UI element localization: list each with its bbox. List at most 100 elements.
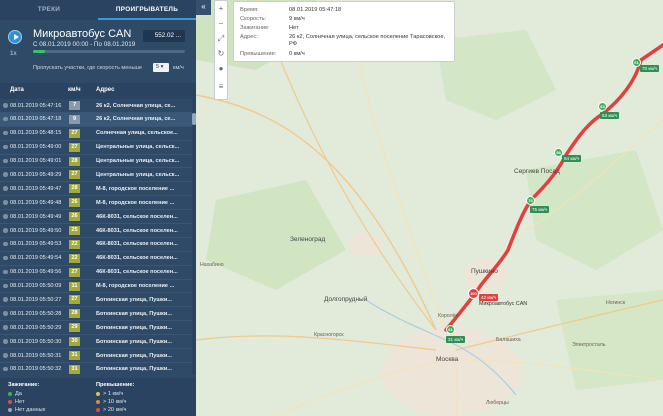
- vehicle-marker[interactable]: 100: [468, 288, 479, 299]
- row-address: Боткинская улица, Пушки...: [96, 310, 172, 317]
- track-marker[interactable]: 61: [446, 325, 455, 334]
- row-speed: 9: [69, 114, 80, 124]
- row-date: 08.01.2019 05:50:28: [10, 310, 62, 317]
- skip-label: Пропускать участки, где скорость меньше: [33, 65, 142, 71]
- city-area: [464, 259, 508, 291]
- row-address: Боткинская улица, Пушки...: [96, 366, 172, 373]
- table-row[interactable]: 08.01.2019 05:50:09 11 М-8, городское посе…: [0, 280, 192, 294]
- row-speed: 26: [69, 212, 80, 222]
- table-row[interactable]: 08.01.2019 05:50:27 27 Боткинская улица, П…: [0, 293, 192, 308]
- tab-bar: ТРЕКИ ПРОИГРЫВАТЕЛЬ: [0, 0, 196, 20]
- table-row[interactable]: 08.01.2019 05:48:15 27 Солнечная улица, се…: [0, 127, 192, 141]
- table-row[interactable]: 08.01.2019 05:50:31 31 Боткинская улица, П…: [0, 349, 192, 363]
- swatch-red: [8, 399, 12, 404]
- row-status-dot: [3, 228, 8, 233]
- play-button[interactable]: [8, 30, 22, 44]
- row-status-dot: [3, 172, 8, 177]
- map-place-label: Сергиев Посад: [514, 168, 560, 175]
- map-place-label: Люберцы: [486, 400, 509, 406]
- side-panel: ТРЕКИ ПРОИГРЫВАТЕЛЬ 1x Микроавтобус CAN …: [0, 0, 196, 416]
- legend-ignition-no: Нет: [8, 399, 25, 405]
- header-address[interactable]: Адрес: [96, 87, 114, 93]
- track-marker[interactable]: 63: [598, 102, 607, 111]
- row-speed: 30: [69, 337, 80, 347]
- tab-tracks[interactable]: ТРЕКИ: [0, 0, 98, 20]
- table-row[interactable]: 08.01.2019 05:50:28 28 Боткинская улица, П…: [0, 307, 192, 322]
- table-row[interactable]: 08.01.2019 05:49:48 26 М-8, городское посе…: [0, 196, 192, 211]
- track-marker[interactable]: 78: [526, 196, 535, 205]
- fullscreen-icon[interactable]: ⤢: [215, 33, 227, 45]
- row-speed: 25: [69, 226, 80, 236]
- point-info-popup: Время: 08.01.2019 05:47:18 Скорость: 9 км/…: [233, 1, 455, 62]
- row-status-dot: [3, 130, 8, 136]
- row-address: Солнечная улица, сельское...: [96, 130, 178, 137]
- vehicle-name: Микроавтобус CAN: [33, 28, 132, 40]
- zoom-out-button[interactable]: −: [215, 18, 227, 30]
- vehicle-speed-label: 42 км/ч: [479, 294, 499, 301]
- collapse-panel-button[interactable]: «: [196, 0, 211, 15]
- row-date: 08.01.2019 05:49:53: [10, 241, 62, 248]
- table-row[interactable]: 08.01.2019 05:49:53 22 46К-8031, сельское …: [0, 238, 192, 252]
- refresh-icon[interactable]: ↻: [215, 48, 227, 60]
- table-row[interactable]: 08.01.2019 05:49:56 27 46К-8031, сельское …: [0, 266, 192, 280]
- row-date: 08.01.2019 05:50:30: [10, 338, 62, 345]
- track-points-list: 08.01.2019 05:47:16 7 26 к2, Солнечная ули…: [0, 99, 192, 375]
- row-speed: 28: [69, 184, 80, 194]
- row-speed: 22: [69, 239, 80, 249]
- table-row[interactable]: 08.01.2019 05:50:30 30 Боткинская улица, П…: [0, 335, 192, 350]
- row-address: Боткинская улица, Пушки...: [96, 296, 172, 303]
- layers-icon[interactable]: ≡: [215, 81, 227, 93]
- row-date: 08.01.2019 05:50:29: [10, 324, 62, 331]
- row-address: Центральные улица, сельск...: [96, 158, 180, 165]
- row-status-dot: [3, 366, 8, 372]
- swatch-red-excess: [96, 407, 100, 412]
- skip-speed-select[interactable]: 5 ▾: [153, 63, 169, 72]
- popup-time: 08.01.2019 05:47:18: [289, 7, 342, 13]
- skip-unit: км/ч: [173, 65, 184, 71]
- playback-progress[interactable]: [33, 50, 185, 53]
- row-date: 08.01.2019 05:49:00: [10, 144, 62, 151]
- table-row[interactable]: 08.01.2019 05:49:00 27 Центральные улица, …: [0, 141, 192, 155]
- marker-speed-label: 64 км/ч: [562, 155, 582, 162]
- row-status-dot: [3, 283, 8, 289]
- map-canvas: [196, 0, 663, 416]
- table-row[interactable]: 08.01.2019 05:49:01 28 Центральные улица, …: [0, 155, 192, 169]
- map-place-label: Москва: [436, 356, 459, 363]
- map-view[interactable]: Зеленоград Нахабино Долгопрудный Красног…: [196, 0, 663, 416]
- table-row[interactable]: 08.01.2019 05:50:32 31 Боткинская улица, П…: [0, 363, 192, 375]
- row-date: 08.01.2019 05:49:56: [10, 269, 62, 276]
- row-speed: 28: [69, 156, 80, 166]
- playback-speed[interactable]: 1x: [10, 51, 17, 57]
- swatch-green: [8, 391, 12, 396]
- table-row[interactable]: 08.01.2019 05:50:29 29 Боткинская улица, П…: [0, 321, 192, 336]
- table-row[interactable]: 08.01.2019 05:49:29 27 Центральные улица, …: [0, 168, 192, 183]
- swatch-yellow: [96, 391, 100, 396]
- person-icon[interactable]: ●: [215, 63, 227, 75]
- row-speed: 11: [69, 281, 80, 291]
- table-row[interactable]: 08.01.2019 05:49:50 25 46К-8031, сельское …: [0, 224, 192, 238]
- legend-ignition-title: Зажигание:: [8, 382, 40, 388]
- vehicle-map-label: Микроавтобус CAN: [479, 301, 528, 307]
- table-row[interactable]: 08.01.2019 05:49:54 22 46К-8031, сельское …: [0, 252, 192, 266]
- row-address: 26 к2, Солнечная улица, се...: [96, 116, 176, 123]
- row-status-dot: [3, 103, 8, 108]
- table-row[interactable]: 08.01.2019 05:47:16 7 26 к2, Солнечная ули…: [0, 99, 192, 113]
- table-row[interactable]: 08.01.2019 05:49:49 26 46К-8031, сельское …: [0, 210, 192, 225]
- row-status-dot: [3, 116, 8, 122]
- header-speed[interactable]: км/ч: [68, 87, 81, 93]
- legend-excess-20: > 20 км/ч: [96, 407, 126, 413]
- table-row[interactable]: 08.01.2019 05:47:18 9 26 к2, Солнечная ули…: [0, 112, 192, 127]
- city-area: [348, 233, 384, 257]
- header-date[interactable]: Дата: [10, 87, 24, 93]
- row-address: Боткинская улица, Пушки...: [96, 324, 172, 331]
- tab-player[interactable]: ПРОИГРЫВАТЕЛЬ: [98, 0, 196, 20]
- row-date: 08.01.2019 05:49:48: [10, 199, 62, 206]
- row-status-dot: [3, 297, 8, 302]
- map-place-label: Зеленоград: [290, 236, 326, 243]
- row-address: 46К-8031, сельское поселен...: [96, 213, 178, 220]
- table-row[interactable]: 08.01.2019 05:49:47 28 М-8, городское посе…: [0, 182, 192, 197]
- map-place-label: Красногорск: [314, 332, 344, 338]
- row-status-dot: [3, 241, 8, 247]
- zoom-in-button[interactable]: +: [215, 3, 227, 15]
- row-date: 08.01.2019 05:49:29: [10, 171, 62, 178]
